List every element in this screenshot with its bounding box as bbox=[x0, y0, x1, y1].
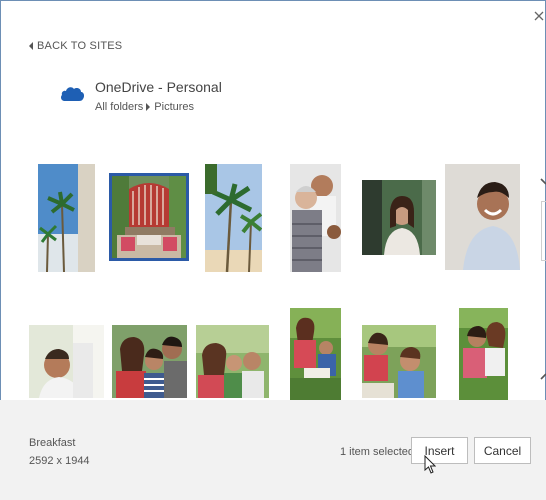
close-icon[interactable] bbox=[533, 10, 546, 24]
cancel-button[interactable]: Cancel bbox=[474, 437, 531, 464]
scroll-down-chevron-icon[interactable] bbox=[539, 368, 546, 380]
photo-thumbnail-breakfast[interactable] bbox=[109, 173, 189, 261]
breadcrumb-all-folders[interactable]: All folders bbox=[95, 101, 143, 113]
insert-button[interactable]: Insert bbox=[411, 437, 468, 464]
photo-thumbnail-woman-smiling[interactable] bbox=[362, 180, 436, 255]
selected-file-dimensions: 2592 x 1944 bbox=[29, 455, 90, 467]
scroll-right-chevron-icon[interactable] bbox=[539, 178, 546, 190]
selected-file-name: Breakfast bbox=[29, 437, 76, 449]
back-to-sites-link[interactable]: BACK TO SITES bbox=[29, 40, 122, 52]
photo-thumbnail-family-of-three[interactable] bbox=[112, 325, 187, 398]
chevron-right-icon bbox=[146, 103, 151, 111]
photo-thumbnail-couple-lying-grass[interactable] bbox=[459, 308, 508, 400]
service-name: OneDrive - Personal bbox=[95, 79, 222, 95]
selection-status: 1 item selected. bbox=[340, 446, 418, 458]
breadcrumb: All folders Pictures bbox=[95, 101, 194, 113]
photo-thumbnail-man-smiling[interactable] bbox=[445, 164, 520, 270]
onedrive-cloud-icon bbox=[61, 87, 84, 101]
scroll-track[interactable] bbox=[541, 201, 546, 261]
photo-thumbnail-beach-palms[interactable] bbox=[205, 164, 262, 272]
photo-thumbnail-palm-trees[interactable] bbox=[38, 164, 95, 272]
back-to-sites-label: BACK TO SITES bbox=[37, 40, 123, 52]
photo-thumbnail-children-playing[interactable] bbox=[362, 325, 436, 398]
chevron-left-icon bbox=[29, 42, 33, 50]
photo-thumbnail-man-outdoors[interactable] bbox=[29, 325, 104, 398]
photo-thumbnail-family-outdoors[interactable] bbox=[196, 325, 269, 398]
photo-thumbnail-family-portrait[interactable] bbox=[290, 164, 341, 272]
photo-thumbnail-mother-child-reading[interactable] bbox=[290, 308, 341, 400]
breadcrumb-pictures[interactable]: Pictures bbox=[154, 101, 194, 113]
